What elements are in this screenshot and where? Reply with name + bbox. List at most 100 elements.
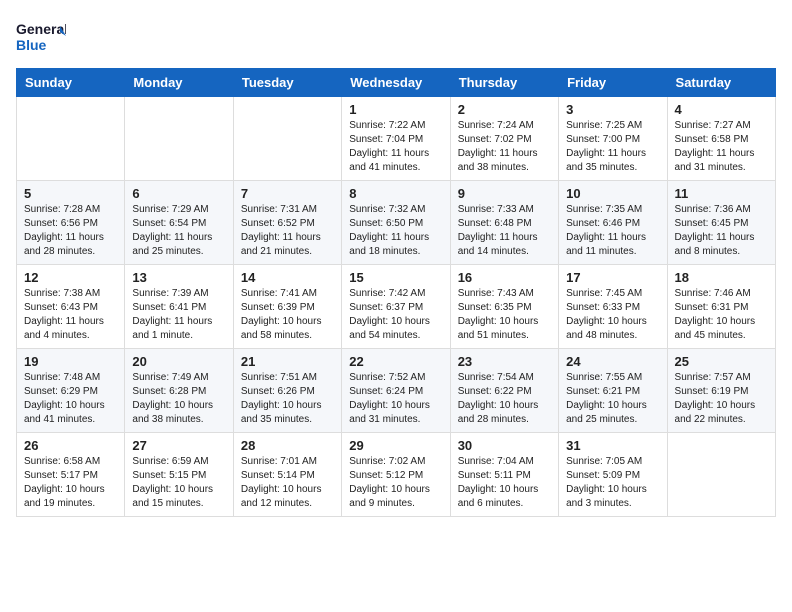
day-info: Sunrise: 7:41 AMSunset: 6:39 PMDaylight:…: [241, 287, 334, 343]
day-number: 31: [566, 438, 659, 453]
calendar-cell: 28 Sunrise: 7:01 AMSunset: 5:14 PMDayligh…: [233, 433, 341, 517]
calendar-cell: [233, 97, 341, 181]
calendar-cell: 1Sunrise: 7:22 AMSunset: 7:04 PMDaylight…: [342, 97, 450, 181]
calendar-cell: 7 Sunrise: 7:31 AMSunset: 6:52 PMDaylight…: [233, 181, 341, 265]
week-row: 5 Sunrise: 7:28 AMSunset: 6:56 PMDaylight…: [17, 181, 776, 265]
day-info: Sunrise: 7:01 AMSunset: 5:14 PMDaylight:…: [241, 455, 334, 511]
day-number: 14: [241, 270, 334, 285]
header-friday: Friday: [559, 69, 667, 97]
calendar-cell: 15 Sunrise: 7:42 AMSunset: 6:37 PMDayligh…: [342, 265, 450, 349]
day-number: 6: [132, 186, 225, 201]
day-info: Sunrise: 7:36 AMSunset: 6:45 PMDaylight:…: [675, 203, 768, 259]
calendar-cell: 8 Sunrise: 7:32 AMSunset: 6:50 PMDaylight…: [342, 181, 450, 265]
day-info: Sunrise: 7:35 AMSunset: 6:46 PMDaylight:…: [566, 203, 659, 259]
day-number: 29: [349, 438, 442, 453]
day-info: Sunrise: 7:24 AMSunset: 7:02 PMDaylight:…: [458, 119, 551, 175]
day-number: 3: [566, 102, 659, 117]
day-info: Sunrise: 7:05 AMSunset: 5:09 PMDaylight:…: [566, 455, 659, 511]
header-thursday: Thursday: [450, 69, 558, 97]
day-info: Sunrise: 7:45 AMSunset: 6:33 PMDaylight:…: [566, 287, 659, 343]
day-info: Sunrise: 7:04 AMSunset: 5:11 PMDaylight:…: [458, 455, 551, 511]
day-info: Sunrise: 7:32 AMSunset: 6:50 PMDaylight:…: [349, 203, 442, 259]
day-info: Sunrise: 7:33 AMSunset: 6:48 PMDaylight:…: [458, 203, 551, 259]
day-number: 8: [349, 186, 442, 201]
day-number: 7: [241, 186, 334, 201]
calendar-cell: 27 Sunrise: 6:59 AMSunset: 5:15 PMDayligh…: [125, 433, 233, 517]
calendar-cell: 18 Sunrise: 7:46 AMSunset: 6:31 PMDayligh…: [667, 265, 775, 349]
day-number: 16: [458, 270, 551, 285]
day-number: 22: [349, 354, 442, 369]
calendar-cell: 3 Sunrise: 7:25 AMSunset: 7:00 PMDaylight…: [559, 97, 667, 181]
day-number: 17: [566, 270, 659, 285]
day-info: Sunrise: 7:02 AMSunset: 5:12 PMDaylight:…: [349, 455, 442, 511]
day-info: Sunrise: 7:28 AMSunset: 6:56 PMDaylight:…: [24, 203, 117, 259]
week-row: 12Sunrise: 7:38 AMSunset: 6:43 PMDayligh…: [17, 265, 776, 349]
calendar-cell: 17 Sunrise: 7:45 AMSunset: 6:33 PMDayligh…: [559, 265, 667, 349]
calendar-cell: 6 Sunrise: 7:29 AMSunset: 6:54 PMDaylight…: [125, 181, 233, 265]
calendar-cell: 5 Sunrise: 7:28 AMSunset: 6:56 PMDaylight…: [17, 181, 125, 265]
logo: GeneralBlue: [16, 16, 66, 60]
day-info: Sunrise: 7:46 AMSunset: 6:31 PMDaylight:…: [675, 287, 768, 343]
day-number: 28: [241, 438, 334, 453]
day-info: Sunrise: 7:31 AMSunset: 6:52 PMDaylight:…: [241, 203, 334, 259]
page-header: GeneralBlue: [16, 16, 776, 60]
header-sunday: Sunday: [17, 69, 125, 97]
day-number: 23: [458, 354, 551, 369]
calendar-cell: 31 Sunrise: 7:05 AMSunset: 5:09 PMDayligh…: [559, 433, 667, 517]
calendar-cell: 23 Sunrise: 7:54 AMSunset: 6:22 PMDayligh…: [450, 349, 558, 433]
day-info: Sunrise: 7:48 AMSunset: 6:29 PMDaylight:…: [24, 371, 117, 427]
day-info: Sunrise: 7:55 AMSunset: 6:21 PMDaylight:…: [566, 371, 659, 427]
day-number: 13: [132, 270, 225, 285]
day-info: Sunrise: 7:49 AMSunset: 6:28 PMDaylight:…: [132, 371, 225, 427]
calendar-cell: 21 Sunrise: 7:51 AMSunset: 6:26 PMDayligh…: [233, 349, 341, 433]
day-info: Sunrise: 7:39 AMSunset: 6:41 PMDaylight:…: [132, 287, 225, 343]
calendar-cell: 13 Sunrise: 7:39 AMSunset: 6:41 PMDayligh…: [125, 265, 233, 349]
day-number: 30: [458, 438, 551, 453]
day-info: Sunrise: 7:52 AMSunset: 6:24 PMDaylight:…: [349, 371, 442, 427]
day-number: 18: [675, 270, 768, 285]
calendar-cell: 24Sunrise: 7:55 AMSunset: 6:21 PMDayligh…: [559, 349, 667, 433]
calendar-cell: 14 Sunrise: 7:41 AMSunset: 6:39 PMDayligh…: [233, 265, 341, 349]
day-number: 4: [675, 102, 768, 117]
day-info: Sunrise: 7:27 AMSunset: 6:58 PMDaylight:…: [675, 119, 768, 175]
calendar-cell: 12Sunrise: 7:38 AMSunset: 6:43 PMDayligh…: [17, 265, 125, 349]
day-number: 21: [241, 354, 334, 369]
calendar-cell: 16 Sunrise: 7:43 AMSunset: 6:35 PMDayligh…: [450, 265, 558, 349]
day-number: 10: [566, 186, 659, 201]
day-number: 15: [349, 270, 442, 285]
calendar-cell: 30 Sunrise: 7:04 AMSunset: 5:11 PMDayligh…: [450, 433, 558, 517]
day-info: Sunrise: 7:43 AMSunset: 6:35 PMDaylight:…: [458, 287, 551, 343]
day-info: Sunrise: 7:54 AMSunset: 6:22 PMDaylight:…: [458, 371, 551, 427]
calendar: SundayMondayTuesdayWednesdayThursdayFrid…: [16, 68, 776, 517]
week-row: 1Sunrise: 7:22 AMSunset: 7:04 PMDaylight…: [17, 97, 776, 181]
calendar-cell: 4 Sunrise: 7:27 AMSunset: 6:58 PMDaylight…: [667, 97, 775, 181]
week-row: 19Sunrise: 7:48 AMSunset: 6:29 PMDayligh…: [17, 349, 776, 433]
day-info: Sunrise: 6:58 AMSunset: 5:17 PMDaylight:…: [24, 455, 117, 511]
calendar-cell: 29 Sunrise: 7:02 AMSunset: 5:12 PMDayligh…: [342, 433, 450, 517]
day-info: Sunrise: 7:57 AMSunset: 6:19 PMDaylight:…: [675, 371, 768, 427]
day-number: 26: [24, 438, 117, 453]
calendar-cell: 10 Sunrise: 7:35 AMSunset: 6:46 PMDayligh…: [559, 181, 667, 265]
day-number: 9: [458, 186, 551, 201]
day-info: Sunrise: 7:51 AMSunset: 6:26 PMDaylight:…: [241, 371, 334, 427]
calendar-cell: [125, 97, 233, 181]
calendar-header-row: SundayMondayTuesdayWednesdayThursdayFrid…: [17, 69, 776, 97]
day-number: 27: [132, 438, 225, 453]
day-info: Sunrise: 7:29 AMSunset: 6:54 PMDaylight:…: [132, 203, 225, 259]
header-tuesday: Tuesday: [233, 69, 341, 97]
svg-text:Blue: Blue: [16, 37, 47, 53]
day-info: Sunrise: 7:25 AMSunset: 7:00 PMDaylight:…: [566, 119, 659, 175]
calendar-cell: 2Sunrise: 7:24 AMSunset: 7:02 PMDaylight…: [450, 97, 558, 181]
calendar-cell: 26 Sunrise: 6:58 AMSunset: 5:17 PMDayligh…: [17, 433, 125, 517]
header-monday: Monday: [125, 69, 233, 97]
day-info: Sunrise: 6:59 AMSunset: 5:15 PMDaylight:…: [132, 455, 225, 511]
calendar-cell: 22 Sunrise: 7:52 AMSunset: 6:24 PMDayligh…: [342, 349, 450, 433]
day-info: Sunrise: 7:42 AMSunset: 6:37 PMDaylight:…: [349, 287, 442, 343]
logo-svg: GeneralBlue: [16, 16, 66, 60]
day-number: 1: [349, 102, 442, 117]
calendar-cell: 19Sunrise: 7:48 AMSunset: 6:29 PMDayligh…: [17, 349, 125, 433]
day-number: 5: [24, 186, 117, 201]
calendar-cell: 20Sunrise: 7:49 AMSunset: 6:28 PMDayligh…: [125, 349, 233, 433]
calendar-cell: 11Sunrise: 7:36 AMSunset: 6:45 PMDayligh…: [667, 181, 775, 265]
day-info: Sunrise: 7:38 AMSunset: 6:43 PMDaylight:…: [24, 287, 117, 343]
